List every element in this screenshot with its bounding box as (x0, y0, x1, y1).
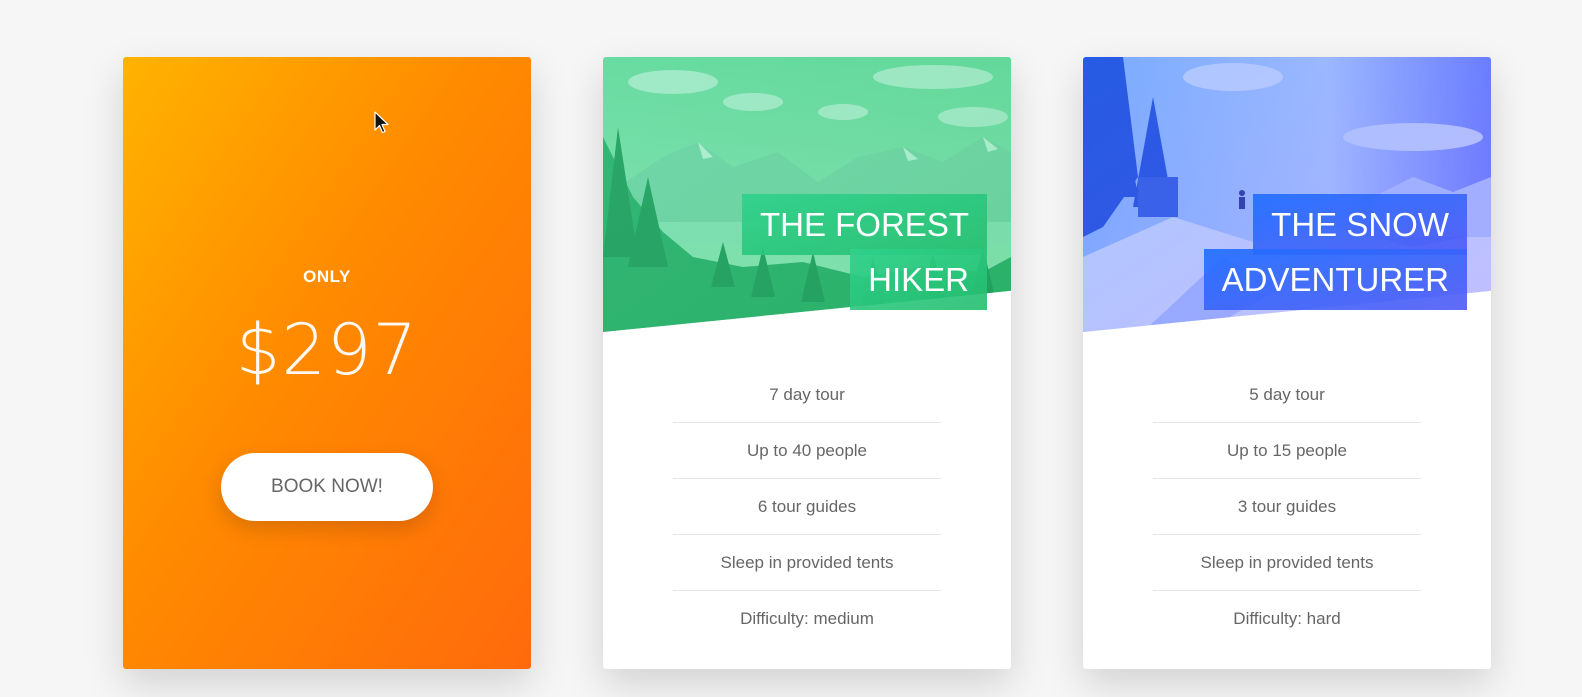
tour-title-line-1: THE FOREST (741, 194, 987, 255)
tour-title: THE FOREST HIKER (717, 194, 987, 310)
tour-title-line-2: ADVENTURER (1203, 249, 1467, 310)
tour-details-list: 7 day tour Up to 40 people 6 tour guides… (673, 367, 941, 646)
detail-group-size: Up to 15 people (1153, 423, 1421, 479)
tour-cards-section: ONLY $297 BOOK NOW! THE FOREST HIKER 7 d… (0, 0, 1582, 697)
tour-details-list: 5 day tour Up to 15 people 3 tour guides… (1153, 367, 1421, 646)
detail-guides: 6 tour guides (673, 479, 941, 535)
detail-difficulty: Difficulty: hard (1233, 609, 1341, 628)
tour-card-snow-adventurer[interactable]: THE SNOW ADVENTURER 5 day tour Up to 15 … (1083, 57, 1491, 669)
detail-duration: 7 day tour (673, 367, 941, 423)
price-card: ONLY $297 BOOK NOW! (123, 57, 531, 669)
tour-title: THE SNOW ADVENTURER (1197, 194, 1467, 310)
tour-title-line-2: HIKER (850, 249, 987, 310)
price-value: $297 (235, 309, 419, 391)
mouse-pointer-icon (374, 111, 389, 134)
detail-group-size: Up to 40 people (673, 423, 941, 479)
book-now-button[interactable]: BOOK NOW! (221, 453, 433, 521)
detail-difficulty: Difficulty: medium (740, 609, 874, 628)
tour-card-forest-hiker[interactable]: THE FOREST HIKER 7 day tour Up to 40 peo… (603, 57, 1011, 669)
tour-title-line-1: THE SNOW (1253, 194, 1467, 255)
detail-guides: 3 tour guides (1153, 479, 1421, 535)
only-label: ONLY (303, 267, 351, 286)
detail-duration: 5 day tour (1153, 367, 1421, 423)
detail-accommodation: Sleep in provided tents (1153, 535, 1421, 591)
detail-accommodation: Sleep in provided tents (673, 535, 941, 591)
